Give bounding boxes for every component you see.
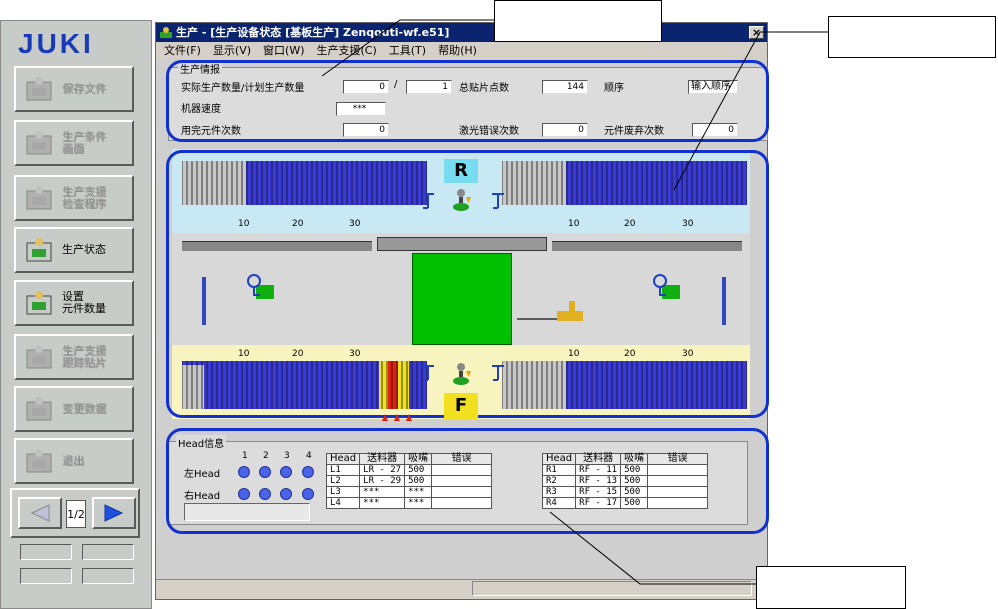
front-label: F <box>444 393 478 419</box>
front-right-tick-1: 10 <box>568 349 580 359</box>
front-left-tick-2: 20 <box>292 349 304 359</box>
callout-leader-lines <box>321 19 828 585</box>
front-right-tick-3: 30 <box>682 349 694 359</box>
front-left-feeders <box>181 361 428 409</box>
front-left-tick-3: 30 <box>349 349 361 359</box>
front-right-tick-2: 20 <box>624 349 636 359</box>
front-right-feeders <box>501 361 748 409</box>
front-nozzle-right-icon <box>490 363 506 383</box>
feeder-alert-markers <box>380 411 416 421</box>
front-head-icon <box>450 361 472 387</box>
front-left-tick-1: 10 <box>238 349 250 359</box>
front-nozzle-left-icon <box>420 363 436 383</box>
